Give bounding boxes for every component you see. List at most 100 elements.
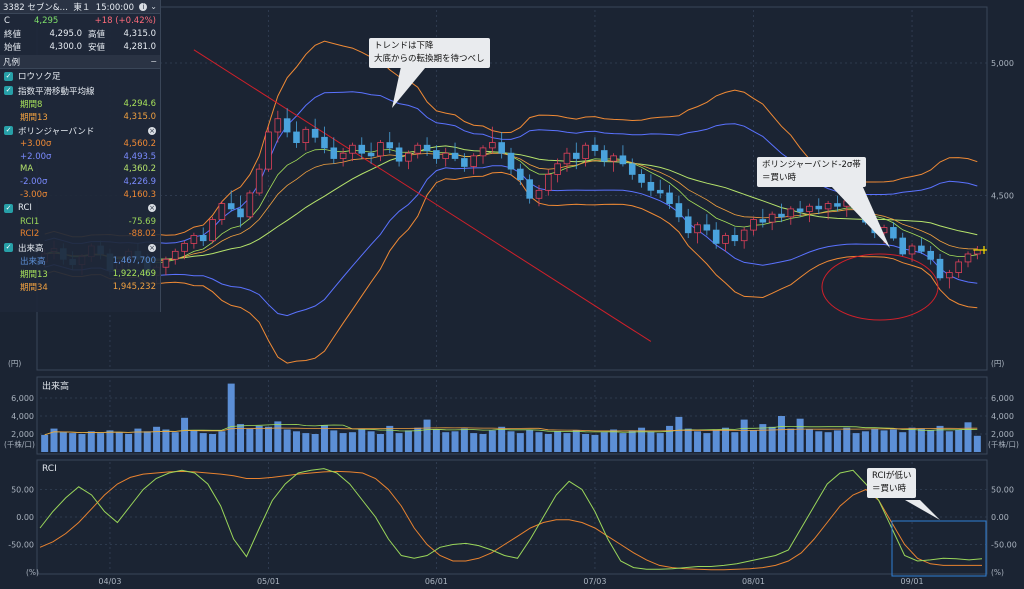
candle-body bbox=[731, 235, 739, 242]
volume-bar bbox=[470, 433, 478, 452]
volume-bar bbox=[181, 417, 189, 452]
candle-body bbox=[638, 174, 645, 183]
check-icon[interactable]: ✓ bbox=[4, 71, 13, 81]
volume-bar bbox=[694, 431, 702, 452]
volume-bar bbox=[367, 431, 375, 452]
volume-bar bbox=[535, 432, 543, 452]
volume-bar bbox=[824, 432, 832, 452]
volume-bar bbox=[432, 429, 440, 452]
legend-bb[interactable]: ✓ ボリンジャーバンド × bbox=[0, 123, 160, 138]
candle-body bbox=[768, 213, 776, 223]
volume-bar bbox=[498, 426, 506, 452]
candle-body bbox=[619, 155, 627, 165]
volume-bar bbox=[320, 425, 328, 452]
candle-body bbox=[283, 118, 291, 133]
volume-bar bbox=[274, 421, 282, 452]
last-label: C bbox=[4, 16, 10, 26]
candle-body bbox=[367, 152, 375, 157]
bb-minus2-row: -2.00σ 4,226.9 bbox=[20, 176, 156, 187]
close-icon[interactable]: × bbox=[148, 243, 156, 252]
legend-ema[interactable]: ✓ 指数平滑移動平均線 bbox=[0, 84, 160, 99]
info-icon[interactable]: i bbox=[139, 2, 148, 11]
candle-body bbox=[796, 208, 804, 212]
volume-bar bbox=[339, 433, 347, 452]
volume-bar bbox=[283, 429, 291, 452]
candle-body bbox=[227, 203, 235, 210]
minimize-icon[interactable]: ⌄ bbox=[150, 2, 157, 11]
volume-bar bbox=[442, 432, 450, 452]
rci-tick-label: 50.00 bbox=[11, 486, 34, 495]
volume-bar bbox=[479, 434, 487, 452]
open-label: 始値 bbox=[4, 42, 22, 53]
date-tick-label: 09/01 bbox=[901, 577, 924, 586]
candle-body bbox=[218, 203, 226, 220]
check-icon[interactable]: ✓ bbox=[4, 126, 13, 136]
volume-bar bbox=[945, 431, 953, 452]
date-tick-label: 08/01 bbox=[742, 577, 765, 586]
check-icon[interactable]: ✓ bbox=[4, 203, 13, 213]
candle-body bbox=[610, 155, 617, 162]
close-icon[interactable]: × bbox=[148, 204, 156, 213]
check-icon[interactable]: ✓ bbox=[4, 86, 13, 96]
legend-title-bar: 凡例 − bbox=[0, 55, 160, 70]
candle-body bbox=[255, 168, 263, 194]
last-price-row: C 4,295 +18 (+0.42%) bbox=[0, 14, 160, 28]
legend-candle[interactable]: ✓ ロウソク足 bbox=[0, 69, 160, 84]
volume-bar bbox=[973, 435, 981, 452]
volume-bar bbox=[572, 430, 580, 452]
volume-bar bbox=[805, 429, 813, 452]
date-tick-label: 04/03 bbox=[98, 577, 121, 586]
volume-bar bbox=[423, 419, 431, 452]
rci-tick-label: 50.00 bbox=[991, 486, 1014, 495]
volume-p34-row: 期間34 1,945,232 bbox=[20, 281, 156, 293]
volume-bar bbox=[41, 434, 49, 452]
candle-body bbox=[358, 144, 366, 154]
candle-body bbox=[806, 205, 813, 212]
volume-bar bbox=[684, 428, 692, 452]
close-icon[interactable]: × bbox=[148, 126, 156, 135]
volume-bar bbox=[833, 430, 841, 452]
ema-period13-row: 期間13 4,315.0 bbox=[20, 112, 156, 124]
rci-tick-label: 0.00 bbox=[991, 513, 1009, 522]
volume-bar bbox=[610, 429, 618, 452]
volume-bar bbox=[712, 430, 720, 452]
rci-unit-right: (%) bbox=[991, 568, 1004, 577]
volume-bar bbox=[815, 431, 823, 452]
volume-bar bbox=[619, 433, 627, 452]
candle-body bbox=[563, 152, 571, 165]
volume-bar bbox=[600, 432, 608, 452]
volume-unit-right: (千株/口) bbox=[988, 439, 1019, 449]
candle-body bbox=[414, 144, 422, 154]
volume-bar bbox=[143, 431, 151, 452]
volume-panel-title: 出来高 bbox=[42, 380, 69, 392]
check-icon[interactable]: ✓ bbox=[4, 243, 13, 253]
open-value: 4,300.0 bbox=[49, 41, 82, 52]
low-label: 安値 bbox=[88, 42, 106, 53]
volume-bar bbox=[843, 427, 851, 452]
volume-bar bbox=[395, 433, 403, 452]
bb-plus3-row: +3.00σ 4,560.2 bbox=[20, 139, 156, 150]
candle-body bbox=[199, 235, 207, 242]
volume-bar bbox=[190, 430, 198, 452]
candle-body bbox=[293, 131, 300, 143]
bb-minus3-row: -3.00σ 4,160.3 bbox=[20, 189, 156, 200]
candle-body bbox=[787, 208, 795, 218]
candle-body bbox=[321, 136, 328, 149]
symbol-header: 3382 セブン&… 東１ 15:00:00 i ⌄ bbox=[0, 0, 160, 14]
volume-bar bbox=[861, 431, 869, 452]
candle-body bbox=[377, 142, 384, 157]
collapse-icon[interactable]: − bbox=[150, 57, 157, 66]
volume-bar bbox=[311, 434, 319, 452]
candle-body bbox=[237, 208, 244, 218]
legend-volume[interactable]: ✓ 出来高 × bbox=[0, 241, 160, 256]
volume-bar bbox=[507, 431, 515, 452]
candle-body bbox=[395, 147, 403, 162]
candle-body bbox=[442, 152, 450, 159]
volume-bar bbox=[927, 430, 935, 452]
volume-bar bbox=[516, 433, 524, 452]
candle-body bbox=[750, 219, 757, 231]
legend-rci[interactable]: ✓ RCI × bbox=[0, 201, 160, 216]
ema-label: 指数平滑移動平均線 bbox=[18, 86, 95, 97]
rci-callout: RCIが低い ＝買い時 bbox=[867, 468, 917, 498]
candle-body bbox=[572, 152, 580, 159]
